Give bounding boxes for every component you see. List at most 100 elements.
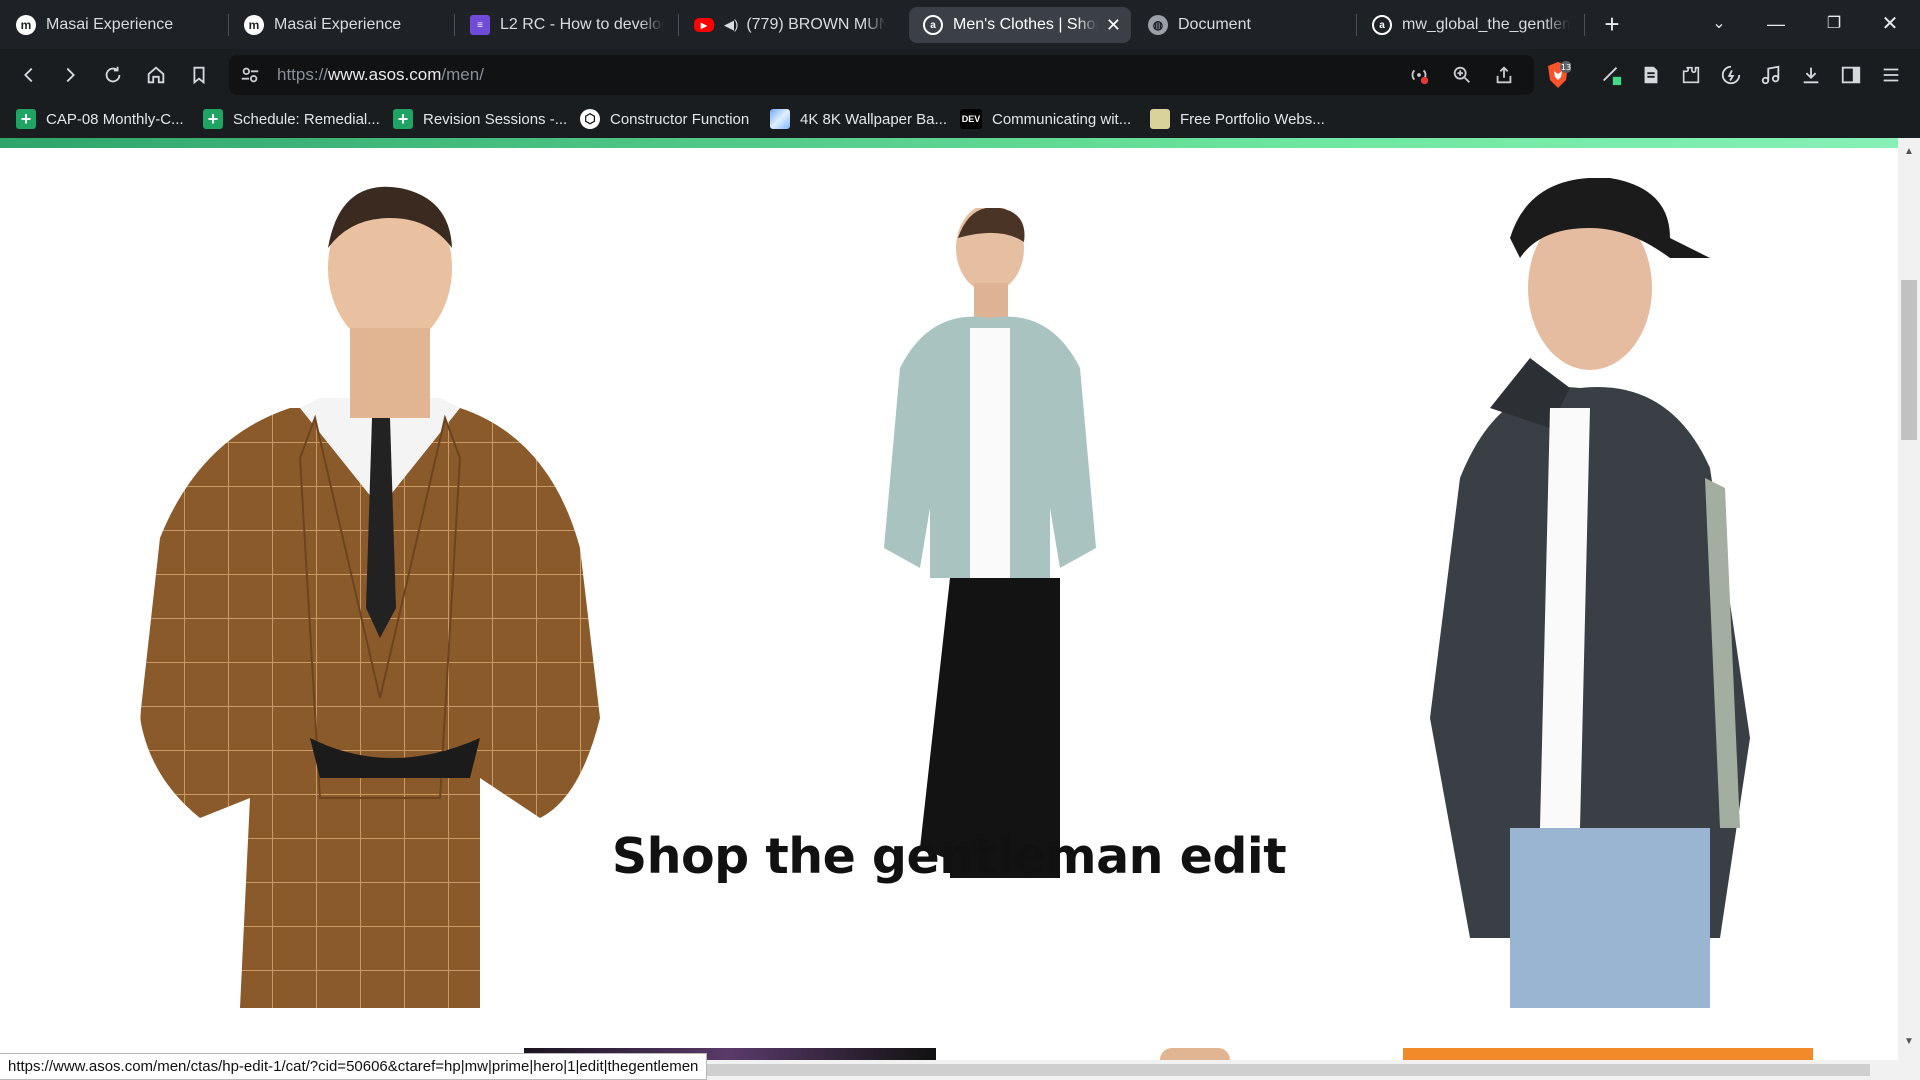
broadcast-blocked-icon[interactable] (1408, 64, 1430, 86)
tab-document[interactable]: ◍ Document (1134, 7, 1352, 43)
tab-title: Document (1178, 16, 1251, 33)
sheets-icon: + (16, 109, 36, 129)
brave-shields-icon[interactable]: 13 (1545, 61, 1571, 89)
bookmark-label: 4K 8K Wallpaper Ba... (800, 110, 948, 128)
downloads-button[interactable] (1797, 61, 1825, 89)
reader-button[interactable] (1637, 61, 1665, 89)
bookmark-icon (193, 66, 205, 85)
back-button[interactable] (15, 61, 43, 89)
extensions-button[interactable] (1677, 61, 1705, 89)
chevron-left-icon (24, 67, 33, 83)
bookmark-wallpaper[interactable]: 4K 8K Wallpaper Ba... (770, 107, 947, 131)
zoom-icon[interactable] (1451, 64, 1473, 86)
bookmark-dev[interactable]: DEV Communicating wit... (960, 107, 1131, 131)
home-button[interactable] (142, 61, 170, 89)
close-tab-icon[interactable]: ✕ (1106, 15, 1121, 36)
bookmark-constructor[interactable]: ⬡ Constructor Function (580, 107, 749, 131)
masai-icon: m (244, 15, 264, 35)
vpn-button[interactable] (1597, 61, 1625, 89)
new-tab-button[interactable]: + (1597, 10, 1627, 40)
sidebar-icon (1841, 66, 1861, 84)
tab-title: L2 RC - How to develop S (500, 16, 664, 33)
download-icon (1803, 67, 1819, 84)
tab-separator (1356, 14, 1357, 36)
tab-search-chevron-icon[interactable]: ⌄ (1699, 8, 1739, 40)
masai-icon: m (16, 15, 36, 35)
bookmark-label: CAP-08 Monthly-C... (46, 110, 184, 128)
bookmark-schedule[interactable]: + Schedule: Remedial... (203, 107, 380, 131)
hero-title[interactable]: Shop the gentleman edit (0, 828, 1898, 885)
leo-ai-button[interactable] (1717, 61, 1745, 89)
tab-title: Masai Experience (46, 16, 174, 33)
hero-image[interactable]: Shop the gentleman edit (0, 148, 1898, 1008)
sidebar-button[interactable] (1837, 61, 1865, 89)
bookmark-button[interactable] (185, 61, 213, 89)
speaker-icon[interactable]: ◀) (724, 17, 738, 33)
minimize-button[interactable]: — (1756, 8, 1796, 40)
url-text[interactable]: https://www.asos.com/men/ (277, 65, 484, 85)
reload-icon (105, 66, 121, 83)
restore-button[interactable]: ❐ (1814, 8, 1854, 40)
site-settings-icon[interactable] (239, 64, 261, 86)
leo-icon (1603, 67, 1622, 86)
asos-page: Shop the gentleman edit (0, 148, 1898, 1060)
asos-icon: a (1372, 15, 1392, 35)
globe-icon: ◍ (1148, 15, 1168, 35)
category-thumbnail[interactable] (1403, 1048, 1813, 1060)
list-icon: ≡ (470, 15, 490, 35)
tab-masai-1[interactable]: m Masai Experience (2, 7, 226, 43)
tab-title: Men's Clothes | Shop (953, 16, 1098, 33)
scrollbar-thumb[interactable] (1901, 280, 1917, 440)
chevron-right-icon (66, 67, 75, 83)
tab-strip: m Masai Experience m Masai Experience ≡ … (0, 0, 1920, 49)
tab-youtube[interactable]: ▶ ◀) (779) BROWN MUNDE (680, 7, 896, 43)
hamburger-menu-icon (1883, 68, 1899, 82)
tab-title: (779) BROWN MUNDE (746, 16, 886, 33)
tab-separator (678, 14, 679, 36)
bookmark-label: Communicating wit... (992, 110, 1132, 128)
category-thumbnail[interactable] (1160, 1048, 1230, 1060)
reload-button[interactable] (99, 61, 127, 89)
bookmarks-bar: + CAP-08 Monthly-C... + Schedule: Remedi… (0, 101, 1920, 138)
tab-separator (1584, 14, 1585, 36)
scrollbar-thumb[interactable] (700, 1064, 1870, 1076)
ai-icon (1721, 65, 1741, 85)
sheets-icon: + (393, 109, 413, 129)
page-load-progress-bar (0, 138, 1898, 148)
puzzle-icon (1682, 66, 1700, 84)
wallpaper-icon (770, 109, 790, 129)
share-icon[interactable] (1493, 64, 1515, 86)
media-button[interactable] (1757, 61, 1785, 89)
bookmark-portfolio[interactable]: Free Portfolio Webs... (1150, 107, 1325, 131)
menu-button[interactable] (1877, 61, 1905, 89)
tab-asos-active[interactable]: a Men's Clothes | Shop ✕ (909, 7, 1131, 43)
status-bar-url: https://www.asos.com/men/ctas/hp-edit-1/… (0, 1053, 708, 1080)
tab-title: mw_global_the_gentleme (1402, 16, 1570, 33)
forward-button[interactable] (56, 61, 84, 89)
sheets-icon: + (203, 109, 223, 129)
vertical-scrollbar[interactable]: ▲ ▼ (1898, 138, 1920, 1060)
bookmark-label: Constructor Function (610, 110, 750, 128)
bookmark-cap08[interactable]: + CAP-08 Monthly-C... (16, 107, 184, 131)
brave-badge-count: 13 (1561, 63, 1571, 72)
close-window-button[interactable]: ✕ (1870, 8, 1910, 40)
scroll-up-icon[interactable]: ▲ (1904, 146, 1914, 157)
bookmark-label: Schedule: Remedial... (233, 110, 380, 128)
tab-separator (454, 14, 455, 36)
bookmark-label: Free Portfolio Webs... (1180, 110, 1325, 128)
bookmark-revision[interactable]: + Revision Sessions -... (393, 107, 567, 131)
bookmark-label: Revision Sessions -... (423, 110, 568, 128)
music-icon (1761, 65, 1780, 85)
tab-separator (228, 14, 229, 36)
portfolio-icon (1150, 109, 1170, 129)
home-icon (147, 66, 165, 84)
tab-masai-2[interactable]: m Masai Experience (230, 7, 450, 43)
asos-icon: a (923, 15, 943, 35)
dev-icon: DEV (960, 109, 982, 129)
youtube-icon: ▶ (694, 18, 714, 32)
tab-l2rc[interactable]: ≡ L2 RC - How to develop S (456, 7, 674, 43)
scroll-down-icon[interactable]: ▼ (1904, 1036, 1914, 1047)
tab-asos-global[interactable]: a mw_global_the_gentleme (1358, 7, 1580, 43)
tab-title: Masai Experience (274, 16, 402, 33)
address-bar[interactable]: https://www.asos.com/men/ (229, 55, 1534, 95)
